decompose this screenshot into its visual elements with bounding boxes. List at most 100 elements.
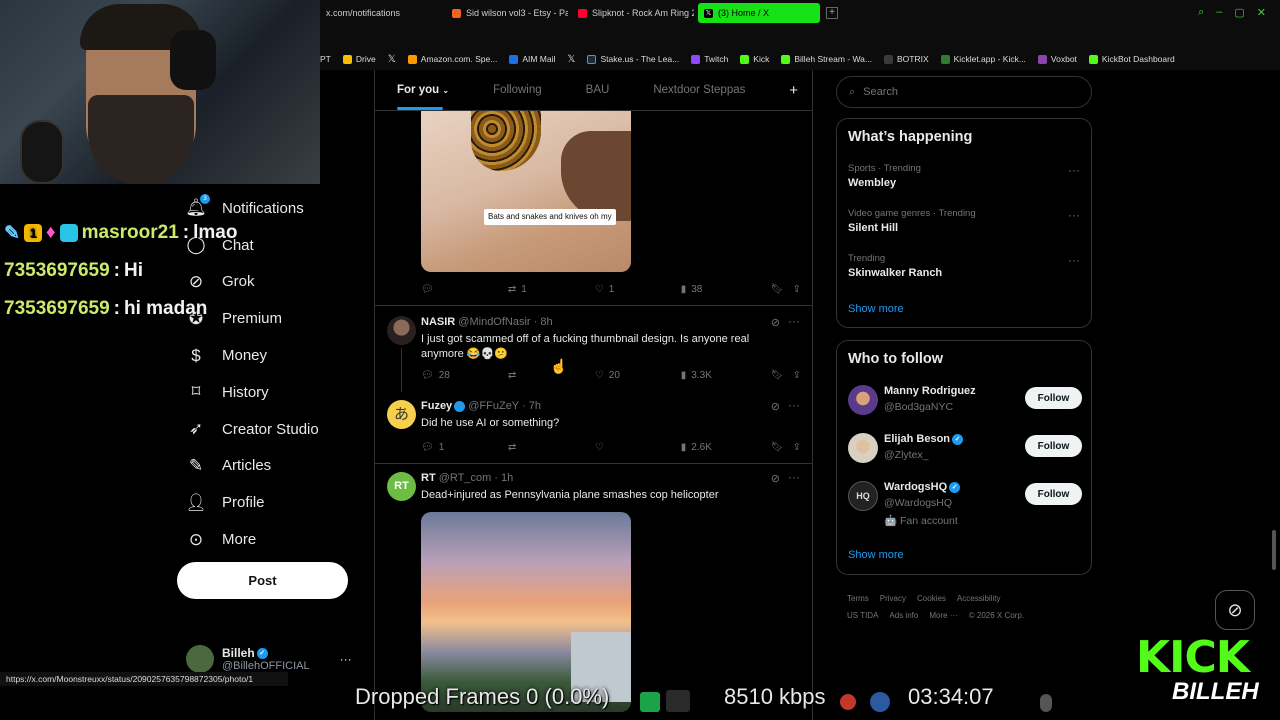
- suggested-account[interactable]: Elijah Beson ✓ @Zlytex_ Follow: [848, 433, 1082, 473]
- footer-link[interactable]: Accessibility: [957, 594, 1001, 603]
- browser-tab[interactable]: x.com/notifications: [320, 3, 442, 23]
- bookmark[interactable]: KickBot Dashboard: [1088, 54, 1175, 64]
- rt-logo[interactable]: RT: [387, 472, 416, 501]
- bookmark[interactable]: Stake.us - The Lea...: [587, 54, 679, 64]
- author-name[interactable]: RT: [421, 472, 436, 484]
- tweet-time[interactable]: · 8h: [534, 316, 553, 328]
- nav-profile[interactable]: 👤︎ Profile: [176, 484, 376, 521]
- tweet-time[interactable]: · 7h: [522, 400, 541, 412]
- scrollbar-thumb[interactable]: [1272, 530, 1276, 570]
- more-icon[interactable]: ···: [788, 470, 800, 484]
- tweet[interactable]: あ Fuzey ✓ @FFuZeY · 7h ⊘ ··· Did he use A…: [375, 392, 812, 464]
- minimize-icon[interactable]: –: [1216, 6, 1222, 19]
- bookmark[interactable]: Amazon.com. Spe...: [407, 54, 497, 64]
- author-name[interactable]: NASIR: [421, 316, 455, 328]
- app-icon[interactable]: [1040, 694, 1052, 712]
- suggested-account[interactable]: Manny Rodriguez @Bod3gaNYC Follow: [848, 385, 1082, 425]
- author-handle[interactable]: @FFuZeY: [468, 400, 519, 412]
- search-icon[interactable]: ⌕: [1198, 6, 1204, 19]
- more-icon[interactable]: ···: [788, 398, 800, 412]
- trend-item[interactable]: Trending Skinwalker Ranch ···: [848, 253, 1080, 279]
- show-more-link[interactable]: Show more: [848, 303, 904, 315]
- bookmark[interactable]: Drive: [342, 54, 376, 64]
- nav-money[interactable]: $ Money: [176, 337, 376, 374]
- follow-button[interactable]: Follow: [1025, 483, 1082, 505]
- nav-articles[interactable]: ✎ Articles: [176, 448, 376, 485]
- show-more-link[interactable]: Show more: [848, 549, 904, 561]
- avatar[interactable]: [848, 385, 878, 415]
- tab-nextdoor-steppas[interactable]: Nextdoor Steppas: [631, 84, 767, 96]
- bookmark[interactable]: 𝕏: [567, 54, 575, 65]
- footer-link[interactable]: US TIDA: [847, 611, 878, 620]
- bookmark[interactable]: AIM Mail: [509, 54, 555, 64]
- tab-following[interactable]: Following: [471, 84, 564, 96]
- author-handle[interactable]: @MindOfNasir: [458, 316, 530, 328]
- grok-icon[interactable]: ⊘: [771, 472, 780, 485]
- more-icon[interactable]: ···: [340, 652, 352, 666]
- bookmark-button[interactable]: 🔖︎: [771, 284, 793, 295]
- follow-button[interactable]: Follow: [1025, 435, 1082, 457]
- app-icon[interactable]: [840, 694, 856, 710]
- maximize-icon[interactable]: ▢: [1234, 6, 1244, 19]
- share-button[interactable]: ⇪: [793, 284, 801, 295]
- nav-creator-studio[interactable]: ➶ Creator Studio: [176, 411, 376, 448]
- bookmark[interactable]: Kick: [740, 54, 769, 64]
- bookmark[interactable]: PT: [320, 54, 331, 64]
- author-handle[interactable]: @RT_com: [439, 472, 492, 484]
- more-icon[interactable]: ···: [1068, 253, 1080, 267]
- share-button[interactable]: ⇪: [793, 370, 801, 381]
- footer-link[interactable]: Cookies: [917, 594, 946, 603]
- like-button[interactable]: ♡ 20: [595, 370, 681, 381]
- share-button[interactable]: ⇪: [793, 442, 801, 453]
- more-icon[interactable]: ···: [1068, 163, 1080, 177]
- tab-bau[interactable]: BAU: [564, 84, 632, 96]
- tweet[interactable]: NASIR @MindOfNasir · 8h ⊘ ··· I just got…: [375, 306, 812, 392]
- avatar[interactable]: あ: [387, 400, 416, 429]
- browser-tab-active[interactable]: 𝕏 (3) Home / X: [698, 3, 820, 23]
- footer-link[interactable]: More ···: [929, 611, 957, 620]
- account-name[interactable]: WardogsHQ ✓: [884, 481, 961, 493]
- views-button[interactable]: ▮ 2.6K: [681, 442, 771, 453]
- author-name[interactable]: Fuzey: [421, 400, 452, 412]
- new-tab-button[interactable]: +: [826, 7, 838, 19]
- footer-link[interactable]: Privacy: [880, 594, 906, 603]
- scrollbar[interactable]: [1270, 70, 1278, 684]
- browser-tab[interactable]: Slipknot - Rock Am Ring 20: [572, 3, 694, 23]
- tweet-media[interactable]: Bats and snakes and knives oh my: [421, 111, 631, 272]
- app-icon[interactable]: [870, 692, 890, 712]
- reply-button[interactable]: 💬︎ 28: [421, 370, 508, 381]
- like-button[interactable]: ♡: [595, 442, 681, 453]
- repost-button[interactable]: ⇄: [508, 442, 595, 453]
- wardogs-logo[interactable]: HQ: [848, 481, 878, 511]
- nav-more[interactable]: ⊙ More: [176, 521, 376, 558]
- trend-item[interactable]: Video game genres · Trending Silent Hill ·…: [848, 208, 1080, 234]
- app-icon[interactable]: [640, 692, 660, 712]
- suggested-account[interactable]: HQ WardogsHQ ✓ @WardogsHQ 🤖 Fan account F…: [848, 481, 1082, 531]
- tweet-time[interactable]: · 1h: [494, 472, 513, 484]
- footer-link[interactable]: Terms: [847, 594, 869, 603]
- bookmark[interactable]: Kicklet.app - Kick...: [940, 54, 1026, 64]
- bookmark[interactable]: Voxbot: [1037, 54, 1077, 64]
- follow-button[interactable]: Follow: [1025, 387, 1082, 409]
- grok-icon[interactable]: ⊘: [771, 400, 780, 413]
- close-icon[interactable]: ✕: [1257, 6, 1266, 19]
- bookmark[interactable]: BOTRIX: [883, 54, 929, 64]
- add-tab-icon[interactable]: +: [789, 82, 798, 99]
- bookmark-button[interactable]: 🔖︎: [771, 442, 793, 453]
- more-icon[interactable]: ···: [788, 314, 800, 328]
- tweet[interactable]: Bats and snakes and knives oh my 💬︎ ⇄ 1 ♡…: [375, 111, 812, 306]
- tab-for-you[interactable]: For you ⌄: [375, 84, 471, 110]
- bookmark[interactable]: Billeh Stream - Wa...: [781, 54, 872, 64]
- grok-icon[interactable]: ⊘: [1215, 590, 1255, 630]
- avatar[interactable]: [387, 316, 416, 345]
- views-button[interactable]: ▮ 38: [681, 284, 771, 295]
- like-button[interactable]: ♡ 1: [595, 284, 681, 295]
- trend-item[interactable]: Sports · Trending Wembley ···: [848, 163, 1080, 189]
- account-name[interactable]: Manny Rodriguez: [884, 385, 976, 397]
- bookmark[interactable]: Twitch: [691, 54, 728, 64]
- app-icon[interactable]: [666, 690, 690, 712]
- tweet[interactable]: RT RT @RT_com · 1h ⊘ ··· Dead+injured as…: [375, 464, 812, 720]
- bookmark[interactable]: 𝕏: [388, 54, 396, 65]
- footer-link[interactable]: Ads info: [889, 611, 918, 620]
- reply-button[interactable]: 💬︎: [421, 284, 508, 295]
